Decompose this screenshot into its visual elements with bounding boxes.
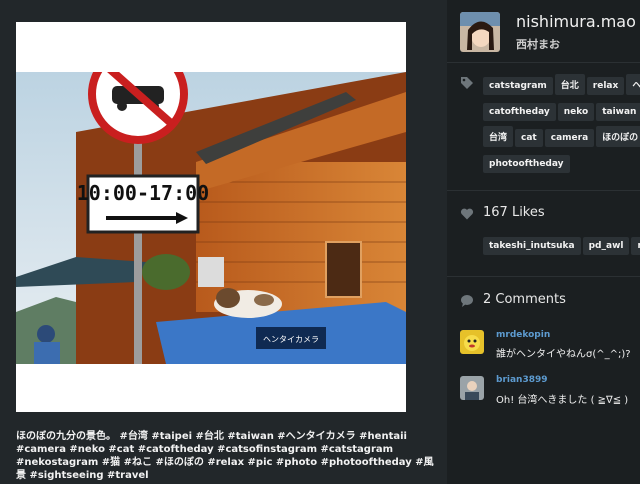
tag-chip[interactable]: relax <box>586 77 625 95</box>
details-panel: nishimura.mao 西村まお catstagram台北relaxヘン c… <box>447 0 640 484</box>
liker-chip[interactable]: pd_awl <box>582 237 630 255</box>
username[interactable]: nishimura.mao <box>516 12 636 31</box>
tag-chip[interactable]: 台北 <box>554 74 585 95</box>
tag-chip[interactable]: 台湾 <box>483 126 514 147</box>
tag-chip[interactable]: cat <box>515 129 543 147</box>
post-photo[interactable]: 10:00-17:00 ヘンタイカメラ <box>16 72 406 364</box>
tag-chip[interactable]: taiwan <box>596 103 640 121</box>
avatar-image <box>460 12 500 52</box>
tag-icon <box>460 75 474 89</box>
avatar-image <box>460 376 484 400</box>
tag-chip[interactable]: catoftheday <box>483 103 556 121</box>
post-caption: ほのぼの九分の景色。 #台湾 #taipei #台北 #taiwan #ヘンタイ… <box>16 431 434 481</box>
sign-hours-text: 10:00-17:00 <box>77 181 209 205</box>
heart-icon[interactable] <box>460 206 474 220</box>
comment-avatar[interactable] <box>460 330 484 354</box>
liker-chip[interactable]: takeshi_inutsuka <box>483 237 581 255</box>
profile-avatar[interactable] <box>460 12 500 52</box>
real-name: 西村まお <box>516 38 560 51</box>
comment-username[interactable]: mrdekopin <box>496 330 550 340</box>
tag-chip[interactable]: ほのぼの <box>596 126 640 147</box>
tag-chip[interactable]: neko <box>557 103 595 121</box>
tag-chip[interactable]: camera <box>544 129 595 147</box>
tag-chip[interactable]: photooftheday <box>483 155 570 173</box>
camera-sign-text: ヘンタイカメラ <box>263 335 319 344</box>
liker-chip[interactable]: rinl <box>631 237 640 255</box>
divider <box>447 190 640 191</box>
liker-list: takeshi_inutsukapd_awlrinl <box>483 233 640 259</box>
likes-count[interactable]: 167 Likes <box>483 205 545 220</box>
photo-illustration: 10:00-17:00 ヘンタイカメラ <box>16 72 406 364</box>
avatar-image <box>460 330 484 354</box>
comment-username[interactable]: brian3899 <box>496 375 548 385</box>
divider <box>447 62 640 63</box>
tag-list: catstagram台北relaxヘン catofthedaynekotaiwa… <box>483 73 640 177</box>
tag-chip[interactable]: ヘン <box>626 74 640 95</box>
comment-text: 誰がヘンタイやねんσ(^_^;)? <box>496 349 631 360</box>
tag-chip[interactable]: catstagram <box>483 77 553 95</box>
post-panel: 10:00-17:00 ヘンタイカメラ ほのぼの九分の景色。 #台湾 #taip… <box>0 0 447 484</box>
comment-text: Oh! 台湾へきました ( ≧∇≦ ) <box>496 395 629 406</box>
comments-title: 2 Comments <box>483 292 566 307</box>
comment-bubble-icon <box>460 293 474 307</box>
comment-avatar[interactable] <box>460 376 484 400</box>
divider <box>447 276 640 277</box>
